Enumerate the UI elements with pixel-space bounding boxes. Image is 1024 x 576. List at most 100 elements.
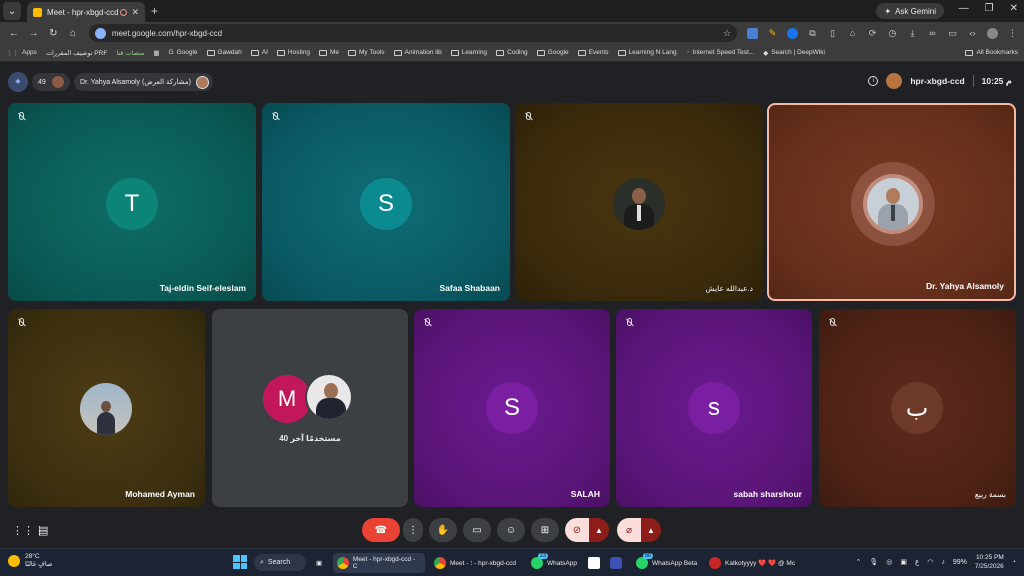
participant-tile[interactable]: S Safaa Shabaan bbox=[262, 103, 510, 301]
camera-options-button[interactable]: ▲ bbox=[589, 518, 609, 542]
meet-effects-icon[interactable]: ✦ bbox=[8, 72, 28, 92]
extensions-puzzle-icon[interactable]: ⧉ bbox=[807, 28, 818, 39]
bookmark-grid[interactable]: ▦ bbox=[153, 49, 159, 57]
bookmark-item[interactable]: توصيف المقررات PRF bbox=[46, 49, 107, 57]
presenter-pill[interactable]: Dr. Yahya Alsamoly (مشاركة العرض) bbox=[74, 73, 213, 91]
bookmark-folder[interactable]: Learning N Lang bbox=[617, 49, 677, 56]
bookmark-folder[interactable]: Me bbox=[318, 49, 339, 56]
raise-hand-button[interactable]: ✋ bbox=[429, 518, 457, 542]
taskbar-app-katkot[interactable]: Katkotyyyy ❤️ ❤️ @ Mc bbox=[705, 553, 799, 573]
participant-tile[interactable]: ب بسمة ربيع bbox=[819, 309, 1016, 507]
reading-list-icon[interactable]: ▭ bbox=[947, 28, 958, 39]
others-tile[interactable]: M 40 مستخدمًا آخر bbox=[212, 309, 408, 507]
taskbar-app-star[interactable] bbox=[606, 553, 626, 573]
devtools-icon[interactable]: ‹› bbox=[967, 28, 978, 39]
input-language[interactable]: ع bbox=[915, 558, 919, 566]
participants-pill[interactable]: 49 bbox=[32, 73, 70, 91]
bookmark-deepwiki[interactable]: ◆ Search | DeepWiki bbox=[763, 49, 825, 57]
taskbar-app-whatsapp[interactable]: 23 WhatsApp bbox=[527, 553, 581, 573]
participant-tile[interactable]: s sabah sharshour bbox=[616, 309, 812, 507]
folder-icon bbox=[206, 49, 215, 56]
bookmark-folder[interactable]: Hosting bbox=[276, 49, 310, 56]
taskbar-app-chrome[interactable]: Meet - hpr-xbgd-ccd - C bbox=[333, 553, 425, 573]
home-icon[interactable]: ⌂ bbox=[65, 28, 81, 39]
back-icon[interactable]: ← bbox=[6, 28, 22, 39]
bookmark-google[interactable]: G Google bbox=[169, 49, 198, 56]
bookmark-speedtest[interactable]: ◔ Internet Speed Test... bbox=[686, 49, 755, 56]
windows-start-icon[interactable] bbox=[233, 555, 247, 569]
reload-icon[interactable]: ↻ bbox=[45, 28, 61, 39]
participant-tile[interactable]: د.عبدالله عايش bbox=[515, 103, 763, 301]
participant-tile-speaking[interactable]: Dr. Yahya Alsamoly bbox=[767, 103, 1016, 301]
profile-avatar[interactable] bbox=[986, 27, 998, 39]
extension-pen-icon[interactable]: ✎ bbox=[767, 28, 778, 39]
microphone-icon[interactable]: 🎙 bbox=[869, 558, 878, 566]
info-icon[interactable]: i bbox=[868, 76, 879, 86]
mic-options-button[interactable]: ▲ bbox=[641, 518, 661, 542]
cast-icon[interactable]: ⌂ bbox=[847, 28, 858, 39]
tray-app-icon[interactable]: ◎ bbox=[886, 558, 892, 566]
presenter-avatar bbox=[196, 75, 209, 89]
tray-overflow-icon[interactable]: ⌃ bbox=[856, 558, 862, 566]
side-panel-icon[interactable]: ▯ bbox=[827, 28, 838, 39]
restore-icon[interactable]: ❐ bbox=[985, 3, 994, 14]
bookmark-folder[interactable]: Gawdah bbox=[206, 49, 242, 56]
reactions-button[interactable]: ☺ bbox=[497, 518, 525, 542]
bookmark-star-icon[interactable]: ☆ bbox=[723, 28, 731, 39]
mic-off-button[interactable]: ⌀ bbox=[617, 518, 641, 542]
taskbar-app-chrome-2[interactable]: Meet - ؛ - hpr-xbgd-ccd bbox=[430, 553, 522, 573]
downloads-icon[interactable]: ⤓ bbox=[907, 28, 918, 39]
bookmark-folder[interactable]: My Tools bbox=[348, 49, 385, 56]
chrome-icon bbox=[434, 557, 446, 569]
bookmark-folder[interactable]: Google bbox=[536, 49, 569, 56]
participant-tile[interactable]: S SALAH bbox=[414, 309, 610, 507]
tray-app-icon[interactable]: ▣ bbox=[900, 558, 907, 566]
folder-icon bbox=[348, 49, 356, 56]
new-tab-button[interactable]: + bbox=[151, 4, 158, 18]
volume-icon[interactable]: ♪ bbox=[941, 559, 945, 566]
tab-meet[interactable]: Meet - hpr-xbgd-ccd ✕ bbox=[27, 2, 145, 22]
participant-tile[interactable]: T Taj-eldin Seif-eleslam bbox=[8, 103, 256, 301]
chat-icon[interactable]: ▤ bbox=[38, 524, 48, 537]
minimize-icon[interactable]: — bbox=[959, 3, 969, 14]
history-icon[interactable]: ◷ bbox=[887, 28, 898, 39]
close-window-icon[interactable]: ✕ bbox=[1010, 3, 1018, 14]
link-icon[interactable]: ∞ bbox=[927, 28, 938, 39]
extension-badge-icon[interactable] bbox=[786, 27, 798, 39]
battery-level[interactable]: 99% bbox=[953, 559, 967, 566]
taskbar-search[interactable]: ⌕ Search bbox=[254, 554, 306, 571]
sync-icon[interactable]: ⟳ bbox=[867, 28, 878, 39]
participant-name: Mohamed Ayman bbox=[125, 489, 195, 499]
bookmark-item[interactable]: منصات قنا bbox=[116, 49, 144, 57]
address-bar[interactable]: meet.google.com/hpr-xbgd-ccd ☆ bbox=[88, 24, 737, 42]
bookmark-folder[interactable]: Learning bbox=[450, 49, 487, 56]
site-info-icon[interactable] bbox=[94, 27, 106, 39]
ask-gemini-button[interactable]: ✦ Ask Gemini bbox=[876, 3, 944, 19]
captions-button[interactable]: ▭ bbox=[463, 518, 491, 542]
extension-download-icon[interactable] bbox=[746, 27, 758, 39]
taskbar-app-h[interactable] bbox=[584, 553, 604, 573]
task-view-button[interactable]: ▣ bbox=[312, 553, 326, 573]
participant-tile[interactable]: Mohamed Ayman bbox=[8, 309, 205, 507]
camera-off-button[interactable]: ⊘ bbox=[565, 518, 589, 542]
bookmark-folder[interactable]: Events bbox=[577, 49, 609, 56]
taskbar-clock[interactable]: 10:25 PM 7/25/2026 bbox=[975, 553, 1004, 571]
bookmark-folder[interactable]: AI bbox=[250, 49, 268, 56]
wifi-icon[interactable]: ◠ bbox=[927, 558, 933, 566]
end-call-button[interactable]: ☎ bbox=[362, 518, 400, 542]
tab-search-button[interactable]: ⌄ bbox=[3, 2, 21, 20]
taskbar-app-whatsapp-beta[interactable]: 90 WhatsApp Beta bbox=[632, 553, 701, 573]
mic-muted-icon bbox=[827, 316, 838, 327]
bookmark-apps[interactable]: ⋮⋮ Apps bbox=[6, 49, 37, 57]
present-screen-button[interactable]: ⊞ bbox=[531, 518, 559, 542]
bookmark-folder[interactable]: Coding bbox=[496, 49, 528, 56]
bookmark-folder[interactable]: Animation lib bbox=[393, 49, 442, 56]
all-bookmarks[interactable]: All Bookmarks bbox=[965, 49, 1018, 56]
notifications-icon[interactable]: ◔ bbox=[1012, 559, 1016, 566]
close-tab-icon[interactable]: ✕ bbox=[131, 7, 139, 18]
weather-desc: صافٍ غالبًا bbox=[25, 561, 53, 568]
more-options-button[interactable]: ⋮ bbox=[403, 518, 423, 542]
forward-icon[interactable]: → bbox=[26, 28, 42, 39]
weather-widget[interactable]: 28°C صافٍ غالبًا bbox=[8, 553, 52, 569]
menu-dots-icon[interactable]: ⋮ bbox=[1007, 28, 1018, 39]
